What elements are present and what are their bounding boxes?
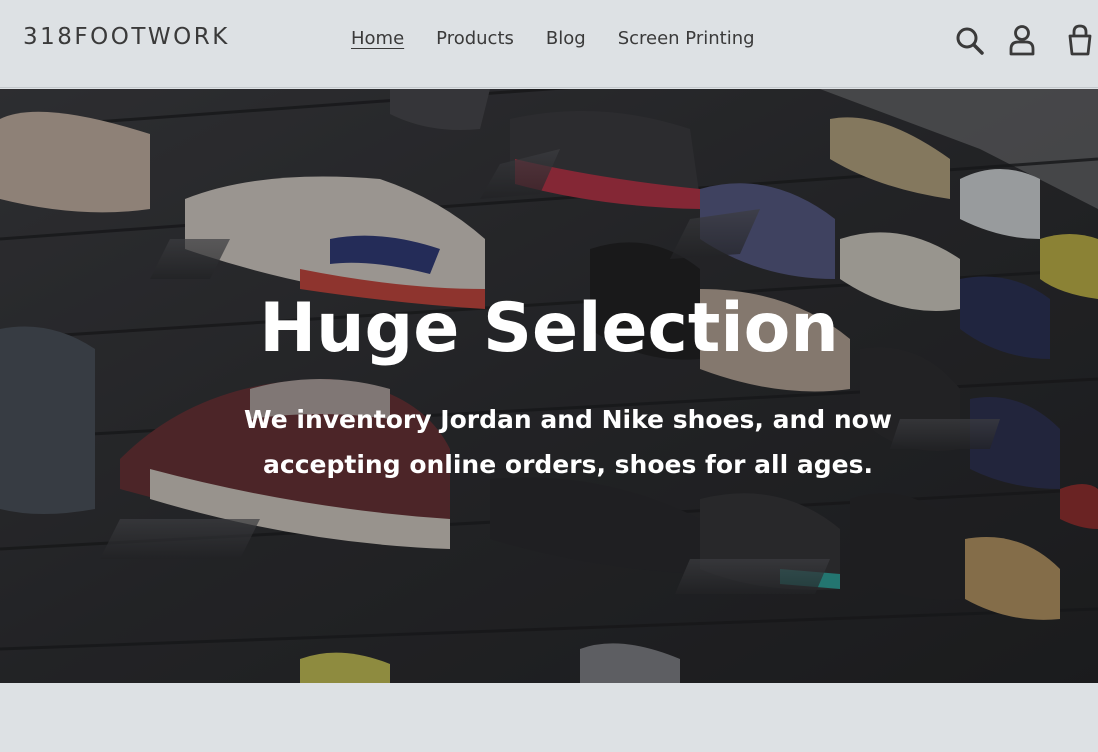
below-hero-area xyxy=(0,683,1098,752)
cart-icon[interactable] xyxy=(1062,22,1098,58)
nav-products[interactable]: Products xyxy=(436,28,514,51)
nav-screen-printing[interactable]: Screen Printing xyxy=(618,28,755,51)
account-icon[interactable] xyxy=(1005,22,1041,58)
search-icon[interactable] xyxy=(952,22,988,58)
site-logo[interactable]: 318FOOTWORK xyxy=(23,24,230,50)
nav-blog[interactable]: Blog xyxy=(546,28,586,51)
site-header: 318FOOTWORK Home Products Blog Screen Pr… xyxy=(0,0,1098,88)
hero-banner: Huge Selection We inventory Jordan and N… xyxy=(0,89,1098,683)
nav-home[interactable]: Home xyxy=(351,28,404,51)
hero-title: Huge Selection xyxy=(259,289,839,368)
hero-subtitle: We inventory Jordan and Nike shoes, and … xyxy=(244,405,892,479)
main-nav: Home Products Blog Screen Printing xyxy=(351,28,787,51)
hero-overlay xyxy=(0,89,1098,683)
